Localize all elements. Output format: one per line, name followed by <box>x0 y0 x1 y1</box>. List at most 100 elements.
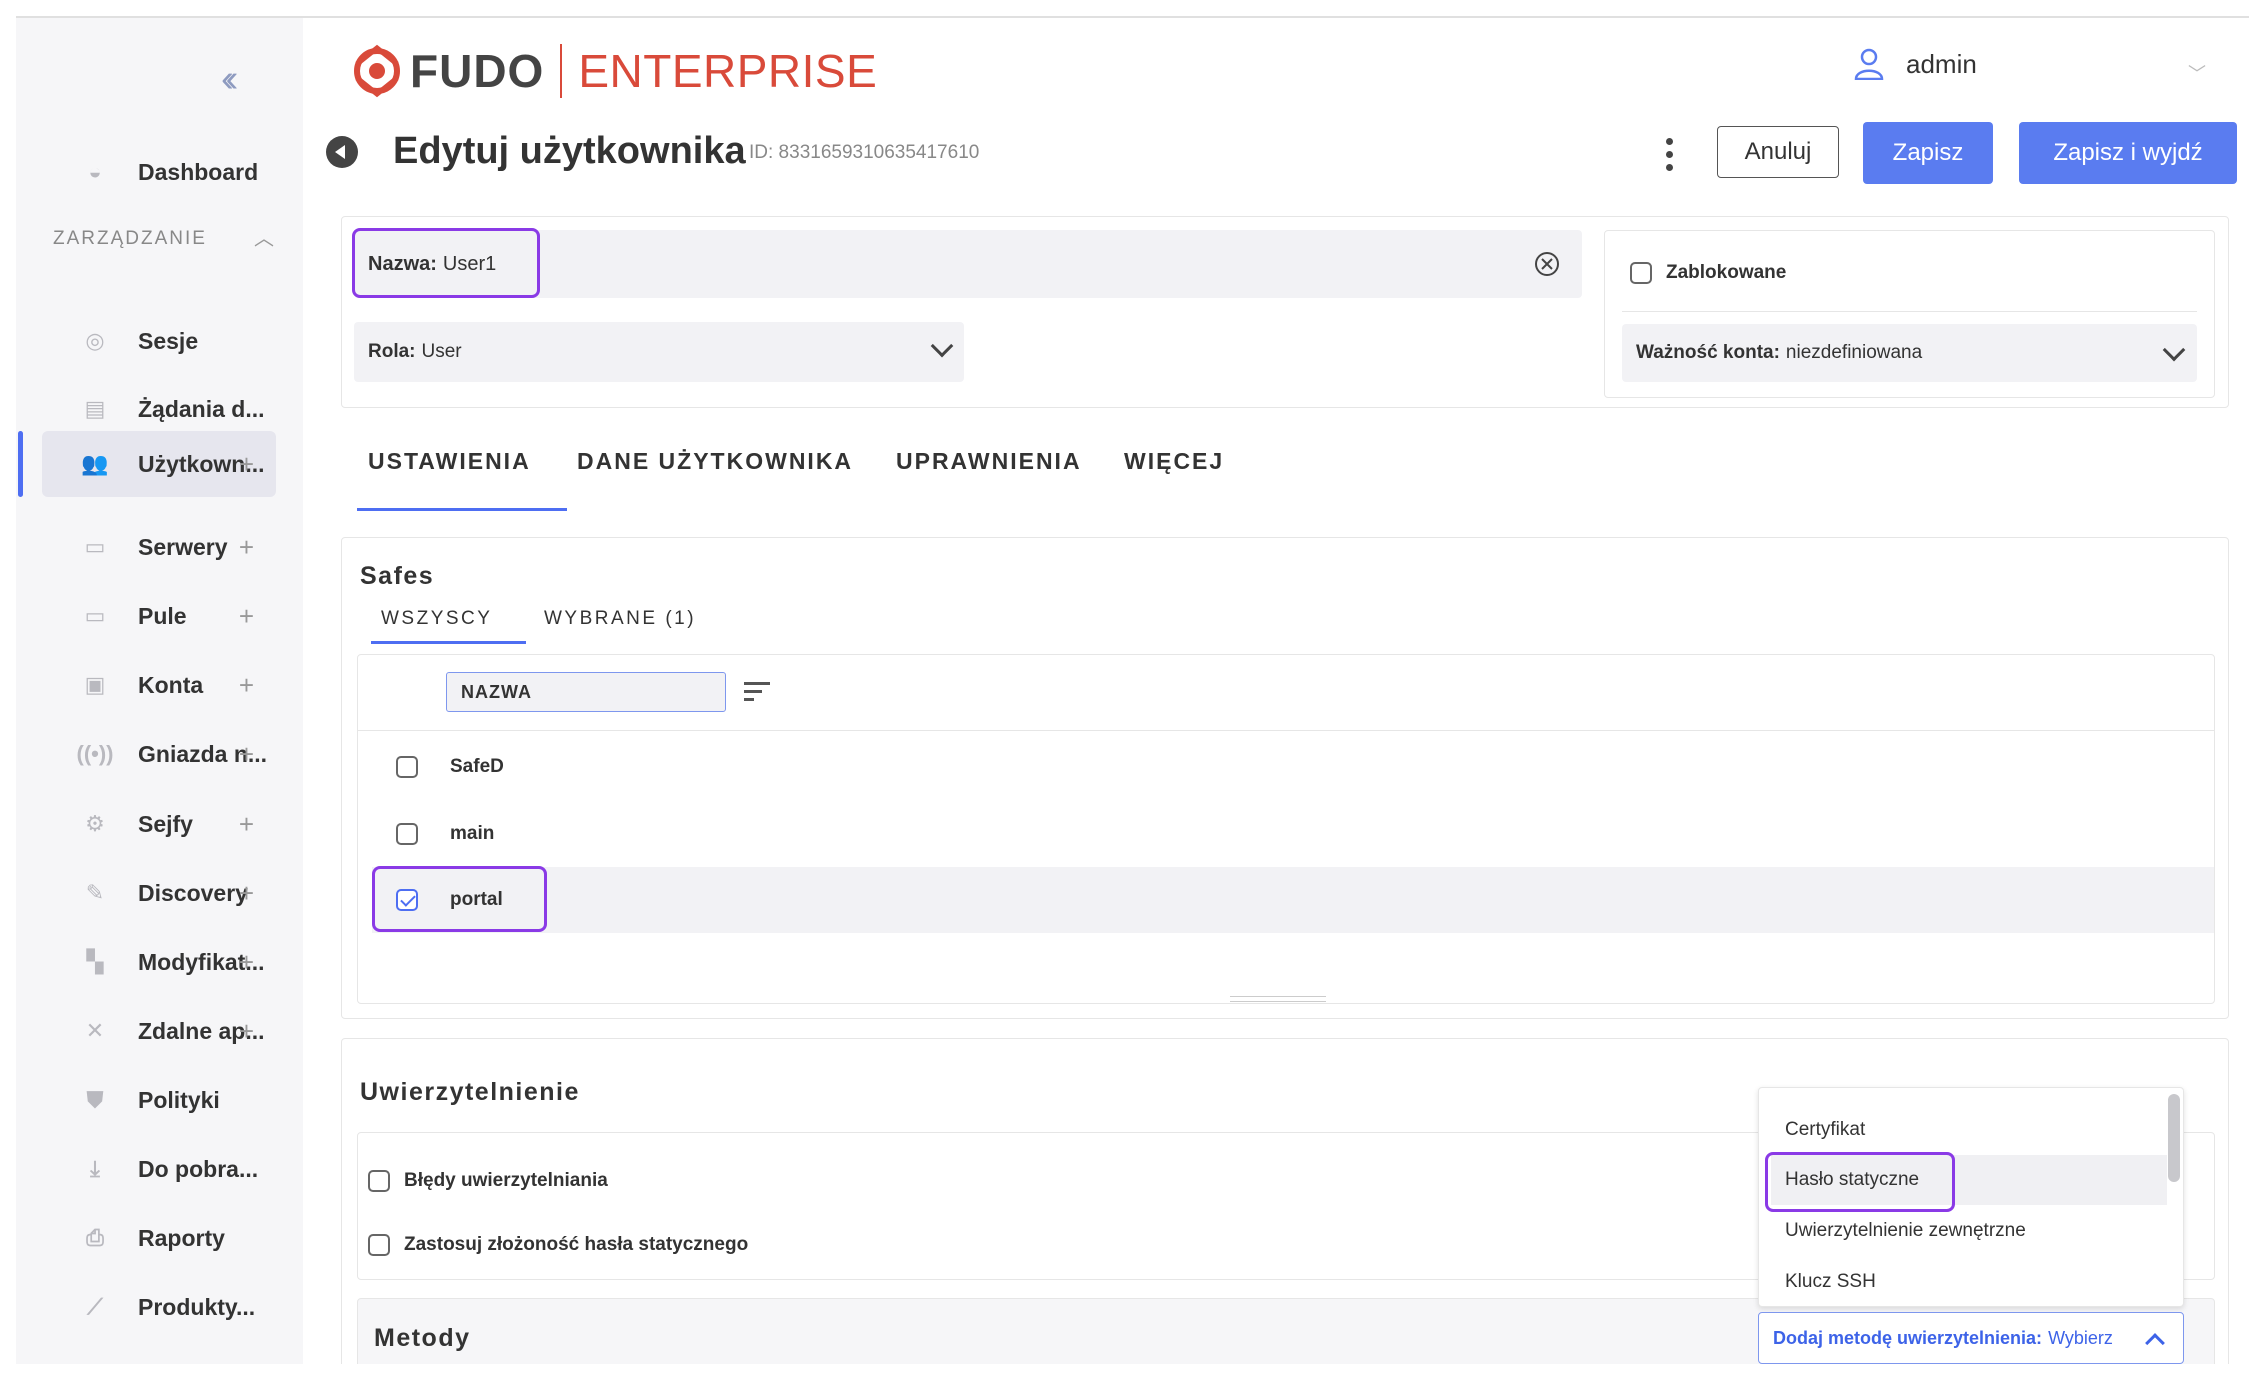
add-method-value: Wybierz <box>2048 1327 2113 1348</box>
cancel-button[interactable]: Anuluj <box>1717 126 1839 178</box>
add-listener-icon[interactable]: + <box>239 739 254 770</box>
sidebar-item-dashboard[interactable]: ◒ Dashboard <box>42 139 276 205</box>
add-server-icon[interactable]: + <box>239 532 254 563</box>
portal-highlight <box>372 866 547 932</box>
auth-errors-label: Błędy uwierzytelniania <box>404 1170 608 1191</box>
name-highlight <box>352 228 540 298</box>
logo-separator <box>560 44 563 98</box>
role-select[interactable]: Rola: User <box>354 322 964 382</box>
user-menu[interactable]: admin <box>1854 48 1977 80</box>
sessions-icon: ◎ <box>85 328 105 353</box>
divider <box>357 730 2215 731</box>
logo-subtext: ENTERPRISE <box>578 45 878 97</box>
pools-icon: ▭ <box>84 603 106 628</box>
modifiers-icon: ▚ <box>86 949 104 974</box>
sidebar-item-servers[interactable]: ▭ Serwery + <box>42 514 276 580</box>
save-and-exit-button[interactable]: Zapisz i wyjdź <box>2019 122 2237 184</box>
sidebar-item-modifiers[interactable]: ▚ Modyfikat... + <box>42 929 276 995</box>
auth-errors-option[interactable]: Błędy uwierzytelniania <box>368 1170 608 1192</box>
chevron-down-icon[interactable]: ﹀ <box>2188 60 2206 86</box>
accounts-icon: ▣ <box>84 672 106 697</box>
add-remote-app-icon[interactable]: + <box>239 1016 254 1047</box>
active-tab-indicator <box>357 508 567 511</box>
safe-name: SafeD <box>450 756 504 777</box>
active-subtab-indicator <box>371 641 526 644</box>
blocked-checkbox[interactable] <box>1630 262 1652 284</box>
methods-title: Metody <box>374 1324 471 1352</box>
users-icon: 👥 <box>81 451 109 476</box>
validity-label: Ważność konta: <box>1636 342 1780 363</box>
username: admin <box>1906 48 1977 79</box>
password-complexity-label: Zastosuj złożoność hasła statycznego <box>404 1234 749 1255</box>
sort-icon[interactable] <box>744 682 770 706</box>
add-modifier-icon[interactable]: + <box>239 947 254 978</box>
blocked-label: Zablokowane <box>1666 262 1787 283</box>
name-filter-input[interactable]: NAZWA <box>446 672 726 712</box>
tab-settings[interactable]: USTAWIENIA <box>368 448 531 475</box>
auth-title: Uwierzytelnienie <box>360 1078 580 1106</box>
sidebar-item-pools[interactable]: ▭ Pule + <box>42 583 276 649</box>
add-discovery-icon[interactable]: + <box>239 878 254 909</box>
chart-icon: ⟋ <box>87 1294 103 1319</box>
tab-more[interactable]: WIĘCEJ <box>1124 448 1224 475</box>
safe-name: main <box>450 823 495 844</box>
collapse-sidebar-icon[interactable]: ‹‹ <box>221 58 239 101</box>
discovery-icon: ✎ <box>85 880 105 905</box>
tab-user-data[interactable]: DANE UŻYTKOWNIKA <box>577 448 853 475</box>
static-password-highlight <box>1765 1152 1955 1212</box>
validity-value: niezdefiniowana <box>1785 342 1923 363</box>
auth-errors-checkbox[interactable] <box>368 1170 390 1192</box>
fudo-logo-icon <box>354 44 400 98</box>
safe-row[interactable]: portal <box>372 867 2214 933</box>
option-certificate[interactable]: Certyfikat <box>1771 1105 2167 1155</box>
sidebar-item-products[interactable]: ⟋ Produkty... <box>42 1274 276 1340</box>
chevron-up-icon[interactable]: ︿ <box>254 222 274 251</box>
sidebar-item-safes[interactable]: ⚙ Sejfy + <box>42 791 276 857</box>
resize-handle[interactable] <box>1230 996 1326 1002</box>
blocked-option[interactable]: Zablokowane <box>1630 262 1786 284</box>
safe-checkbox[interactable] <box>396 823 418 845</box>
sidebar-item-reports[interactable]: ⎙ Raporty <box>42 1205 276 1271</box>
sidebar-item-accounts[interactable]: ▣ Konta + <box>42 652 276 718</box>
sidebar-section-label: ZARZĄDZANIE <box>53 228 207 249</box>
sidebar-item-remote-apps[interactable]: ✕ Zdalne ap... + <box>42 998 276 1064</box>
safe-row[interactable]: SafeD <box>372 734 2214 800</box>
requests-icon: ▤ <box>84 396 106 421</box>
sidebar-item-downloads[interactable]: ⤓ Do pobra... <box>42 1136 276 1202</box>
password-complexity-option[interactable]: Zastosuj złożoność hasła statycznego <box>368 1234 748 1256</box>
subtab-all[interactable]: WSZYSCY <box>381 608 492 630</box>
sidebar-item-discovery[interactable]: ✎ Discovery + <box>42 860 276 926</box>
add-safe-icon[interactable]: + <box>239 809 254 840</box>
app-frame: ‹‹ ◒ Dashboard ZARZĄDZANIE ︿ ◎ Sesje ▤ Ż… <box>16 16 2249 1364</box>
save-button[interactable]: Zapisz <box>1863 122 1993 184</box>
remote-apps-icon: ✕ <box>85 1018 105 1043</box>
subtab-selected[interactable]: WYBRANE (1) <box>544 608 696 630</box>
dropdown-scrollbar[interactable] <box>2168 1094 2180 1182</box>
safes-icon: ⚙ <box>85 811 105 836</box>
account-validity-select[interactable]: Ważność konta: niezdefiniowana <box>1622 324 2197 382</box>
safe-checkbox[interactable] <box>396 756 418 778</box>
safes-title: Safes <box>360 562 435 590</box>
sidebar-item-users[interactable]: 👥 Użytkown... + <box>42 431 276 497</box>
back-button[interactable] <box>326 136 358 168</box>
role-value: User <box>421 341 462 362</box>
user-icon <box>1854 48 1884 80</box>
printer-icon: ⎙ <box>86 1225 104 1250</box>
password-complexity-checkbox[interactable] <box>368 1234 390 1256</box>
option-ssh-key[interactable]: Klucz SSH <box>1771 1257 2167 1307</box>
safe-row[interactable]: main <box>372 801 2214 867</box>
sidebar-item-listeners[interactable]: ((•)) Gniazda n... + <box>42 721 276 787</box>
listeners-icon: ((•)) <box>76 741 114 766</box>
option-external-auth[interactable]: Uwierzytelnienie zewnętrzne <box>1771 1206 2167 1256</box>
more-options-icon[interactable] <box>1664 138 1674 174</box>
sidebar-item-sessions[interactable]: ◎ Sesje <box>42 308 276 374</box>
tab-permissions[interactable]: UPRAWNIENIA <box>896 448 1082 475</box>
sidebar-item-policies[interactable]: ⛊ Polityki <box>42 1067 276 1133</box>
role-label: Rola: <box>368 341 416 362</box>
add-user-icon[interactable]: + <box>239 449 254 480</box>
add-pool-icon[interactable]: + <box>239 601 254 632</box>
clear-icon[interactable] <box>1533 250 1561 278</box>
user-id: ID: 8331659310635417610 <box>749 142 980 163</box>
add-account-icon[interactable]: + <box>239 670 254 701</box>
add-auth-method-select[interactable]: Dodaj metodę uwierzytelnienia: Wybierz <box>1758 1312 2184 1364</box>
